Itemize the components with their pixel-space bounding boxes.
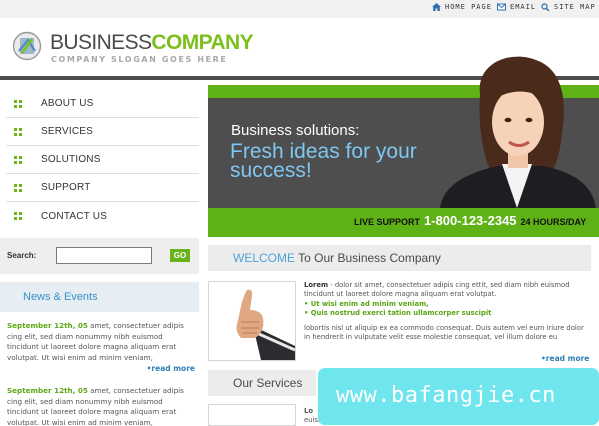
welcome-rest: To Our Business Company [295,251,441,265]
nav-label: SERVICES [41,126,93,137]
company-name-part2: COMPANY [151,31,253,54]
thumbs-up-image [236,289,296,360]
welcome-lead: Lorem [304,281,329,289]
banner-tagline: Fresh ideas for your success! [230,140,417,182]
nav-label: ABOUT US [41,98,94,109]
company-name[interactable]: BUSINESSCOMPANY [50,31,254,55]
company-name-part1: BUSINESS [50,31,152,54]
nav-item-contact-us[interactable]: CONTACT US [6,202,199,230]
email-label: EMAIL [510,3,537,11]
support-phone: 1-800-123-2345 [424,213,517,228]
nav-item-support[interactable]: SUPPORT [6,174,199,202]
welcome-read-more-link[interactable]: read more [541,354,590,363]
welcome-heading: WELCOME To Our Business Company [233,251,441,265]
banner-headline: Business solutions: [231,122,360,139]
sitemap-icon [541,3,550,11]
bullet-icon [14,99,22,108]
nav-item-solutions[interactable]: SOLUTIONS [6,146,199,174]
welcome-bullet: • Ut wisi enim ad minim veniam, [304,299,429,308]
bullet-icon [14,127,22,136]
nav-label: SUPPORT [41,182,91,193]
services-lead: Lo [304,407,314,415]
welcome-highlight: WELCOME [233,251,296,265]
top-utility-bar: HOME PAGE EMAIL SITE MAP [0,0,599,18]
nav-label: SOLUTIONS [41,154,101,165]
search-label: Search: [7,251,37,260]
watermark-text: www.bafangjie.cn [336,383,556,408]
site-map-label: SITE MAP [554,3,596,11]
thumbs-up-photo [208,281,296,361]
welcome-body: Lorem - dolor sit amet, consectetuer adi… [304,281,592,342]
welcome-bullet: • Quis nostrud exerci tation ullamcorper… [304,309,492,318]
bullet-icon [14,212,22,220]
services-photo [208,404,296,426]
nav-item-about-us[interactable]: ABOUT US [6,90,199,118]
businesswoman-photo [440,56,596,208]
news-read-more-link[interactable]: read more [147,364,195,373]
email-link[interactable]: EMAIL [497,3,536,11]
home-page-link[interactable]: HOME PAGE [432,3,492,11]
news-date: September 12th, 05 [7,321,88,330]
welcome-paragraph: - dolor sit amet, consectetuer adipis ci… [304,281,570,299]
site-map-link[interactable]: SITE MAP [541,3,596,11]
company-logo-icon [12,31,42,61]
company-slogan: COMPANY SLOGAN GOES HERE [51,55,228,64]
nav-label: CONTACT US [41,210,108,222]
support-label: LIVE SUPPORT [354,217,421,227]
bullet-icon [14,155,22,164]
main-nav: ABOUT US SERVICES SOLUTIONS SUPPORT CONT… [6,90,199,230]
bullet-icon [14,183,22,192]
search-go-button[interactable]: GO [170,249,190,262]
home-icon [432,3,441,11]
services-heading: Our Services [233,376,303,390]
live-support: LIVE SUPPORT 1-800-123-2345 24 HOURS/DAY [354,213,586,228]
news-date: September 12th, 05 [7,386,88,395]
welcome-paragraph-2: lobortis nisl ut aliquip ex ea commodo c… [304,323,584,342]
home-page-label: HOME PAGE [445,3,492,11]
nav-item-services[interactable]: SERVICES [6,118,199,146]
search-input[interactable] [56,247,152,264]
news-item: September 12th, 05 amet, consectetuer ad… [7,321,195,375]
news-title: News & Events [23,291,98,303]
support-hours: 24 HOURS/DAY [520,217,587,227]
news-item: September 12th, 05 amet, consectetuer ad… [7,386,195,426]
mail-icon [497,3,506,11]
